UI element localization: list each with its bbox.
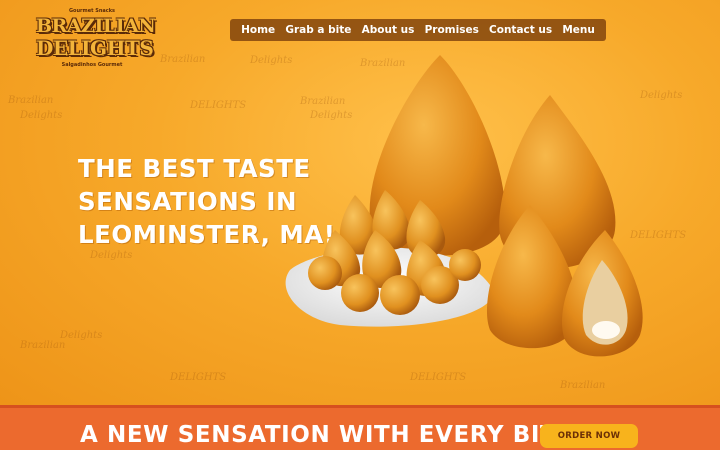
pattern-text: DELIGHTS: [190, 100, 247, 111]
order-now-button[interactable]: ORDER NOW: [540, 424, 638, 448]
logo-tagline-top: Gourmet Snacks: [68, 8, 116, 14]
logo-word-brazilian: BRAZILIAN: [36, 15, 156, 37]
nav-about-us[interactable]: About us: [362, 24, 415, 36]
main-nav: Home Grab a bite About us Promises Conta…: [230, 19, 606, 41]
pattern-text: Brazilian: [8, 95, 54, 106]
nav-home[interactable]: Home: [241, 24, 275, 36]
brand-logo[interactable]: Gourmet Snacks BRAZILIAN DELIGHTS Salgad…: [36, 2, 156, 74]
promo-tagline: A NEW SENSATION WITH EVERY BITE: [80, 422, 573, 448]
hero-section: Brazilian Delights DELIGHTS Delights Bra…: [0, 0, 720, 405]
nav-grab-a-bite[interactable]: Grab a bite: [285, 24, 351, 36]
nav-promises[interactable]: Promises: [425, 24, 479, 36]
pattern-text: Delights: [90, 250, 133, 261]
pattern-text: Brazilian: [160, 54, 206, 65]
logo-word-delights: DELIGHTS: [36, 36, 154, 60]
pattern-text: DELIGHTS: [170, 372, 227, 383]
nav-contact-us[interactable]: Contact us: [489, 24, 552, 36]
nav-menu[interactable]: Menu: [562, 24, 595, 36]
pattern-text: Brazilian: [20, 340, 66, 351]
pattern-text: Delights: [20, 110, 63, 121]
promo-bar: A NEW SENSATION WITH EVERY BITE ORDER NO…: [0, 405, 720, 450]
coxinha-food-image: [285, 55, 643, 357]
pattern-text: Delights: [60, 330, 103, 341]
logo-tagline-bottom: Salgadinhos Gourmet: [61, 62, 123, 68]
